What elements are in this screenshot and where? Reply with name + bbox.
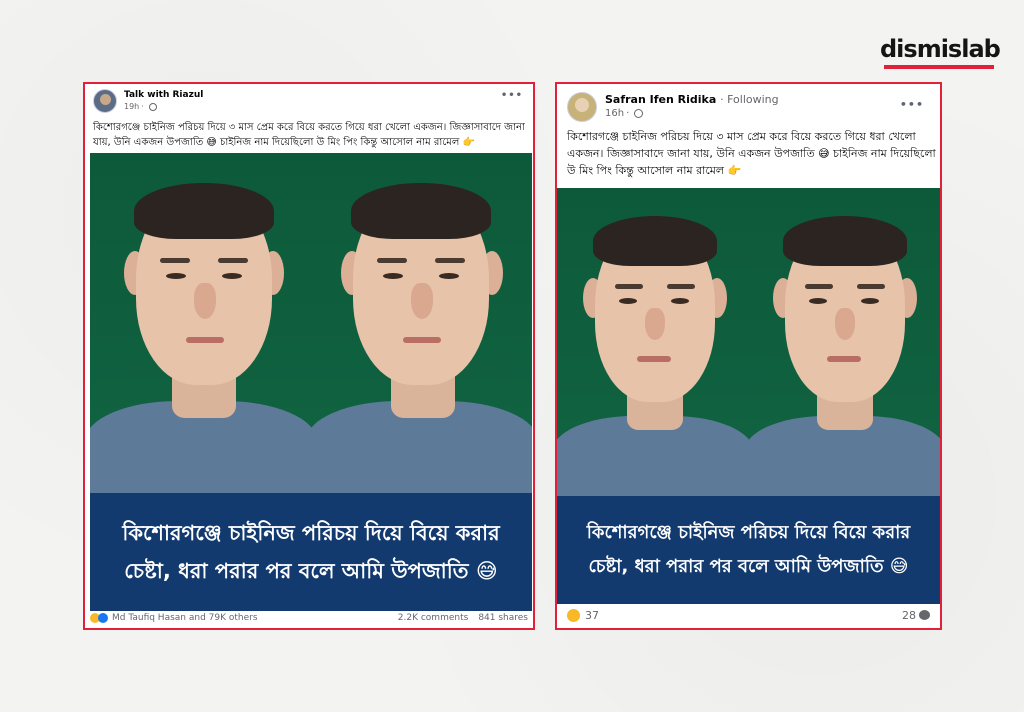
post-footer: Md Taufiq Hasan and 79K others 2.2K comm… [85,608,533,628]
comments-count[interactable]: 2.2K comments [398,613,469,623]
following-label[interactable]: · Following [720,93,779,106]
post-meta: 19h · [124,101,203,112]
globe-icon [634,108,644,118]
image-banner: কিশোরগঞ্জে চাইনিজ পরিচয় দিয়ে বিয়ে করা… [557,496,940,604]
more-dots-icon[interactable]: ••• [900,98,924,111]
dismislab-logo: dismislab [880,35,1001,71]
post-footer: 37 28 [557,602,940,628]
author-avatar[interactable] [93,89,117,113]
post-caption: কিশোরগঞ্জে চাইনিজ পরিচয় দিয়ে ৩ মাস প্র… [93,122,525,148]
reactions-count[interactable]: 37 [585,609,599,622]
post-meta: 16h · [605,107,779,121]
like-reaction-icon [98,613,108,623]
comment-icon [919,610,930,620]
banner-line-2: চেষ্টা, ধরা পরার পর বলে আমি উপজাতি 😅 [124,559,498,583]
post-header: Talk with Riazul 19h · [93,89,203,113]
author-name[interactable]: Talk with Riazul [124,89,203,101]
post-time[interactable]: 19h [124,102,139,111]
post-caption: কিশোরগঞ্জে চাইনিজ পরিচয় দিয়ে ৩ মাস প্র… [567,130,936,177]
post-header: Safran Ifen Ridika · Following 16h · [567,92,779,122]
post-time[interactable]: 16h [605,108,624,119]
shares-count[interactable]: 841 shares [478,613,528,623]
comments-count[interactable]: 28 [902,609,916,622]
facebook-post-right: Safran Ifen Ridika · Following 16h · ••• … [555,82,942,630]
post-image[interactable]: কিশোরগঞ্জে চাইনিজ পরিচয় দিয়ে বিয়ে করা… [557,188,940,604]
banner-line-1: কিশোরগঞ্জে চাইনিজ পরিচয় দিয়ে বিয়ে করা… [122,521,500,545]
post-image[interactable]: কিশোরগঞ্জে চাইনিজ পরিচয় দিয়ে বিয়ে করা… [90,153,532,611]
face-portrait-left [90,153,317,501]
globe-icon [148,102,157,111]
face-portrait-left [557,188,754,506]
banner-line-1: কিশোরগঞ্জে চাইনিজ পরিচয় দিয়ে বিয়ে করা… [586,522,911,543]
haha-reaction-icon [567,608,580,622]
logo-underline [884,65,994,69]
logo-text: dismislab [880,35,1001,63]
author-avatar[interactable] [567,92,597,122]
face-portrait-right [744,188,940,506]
author-name[interactable]: Safran Ifen Ridika [605,93,716,106]
author-line: Safran Ifen Ridika · Following [605,92,779,107]
face-portrait-right [306,153,532,501]
banner-line-2: চেষ্টা, ধরা পরার পর বলে আমি উপজাতি 😅 [588,556,909,577]
image-banner: কিশোরগঞ্জে চাইনিজ পরিচয় দিয়ে বিয়ে করা… [90,493,532,611]
more-dots-icon[interactable]: ••• [501,90,523,101]
facebook-post-left: Talk with Riazul 19h · ••• কিশোরগঞ্জে চাই… [83,82,535,630]
reactions-summary[interactable]: Md Taufiq Hasan and 79K others [112,613,258,623]
